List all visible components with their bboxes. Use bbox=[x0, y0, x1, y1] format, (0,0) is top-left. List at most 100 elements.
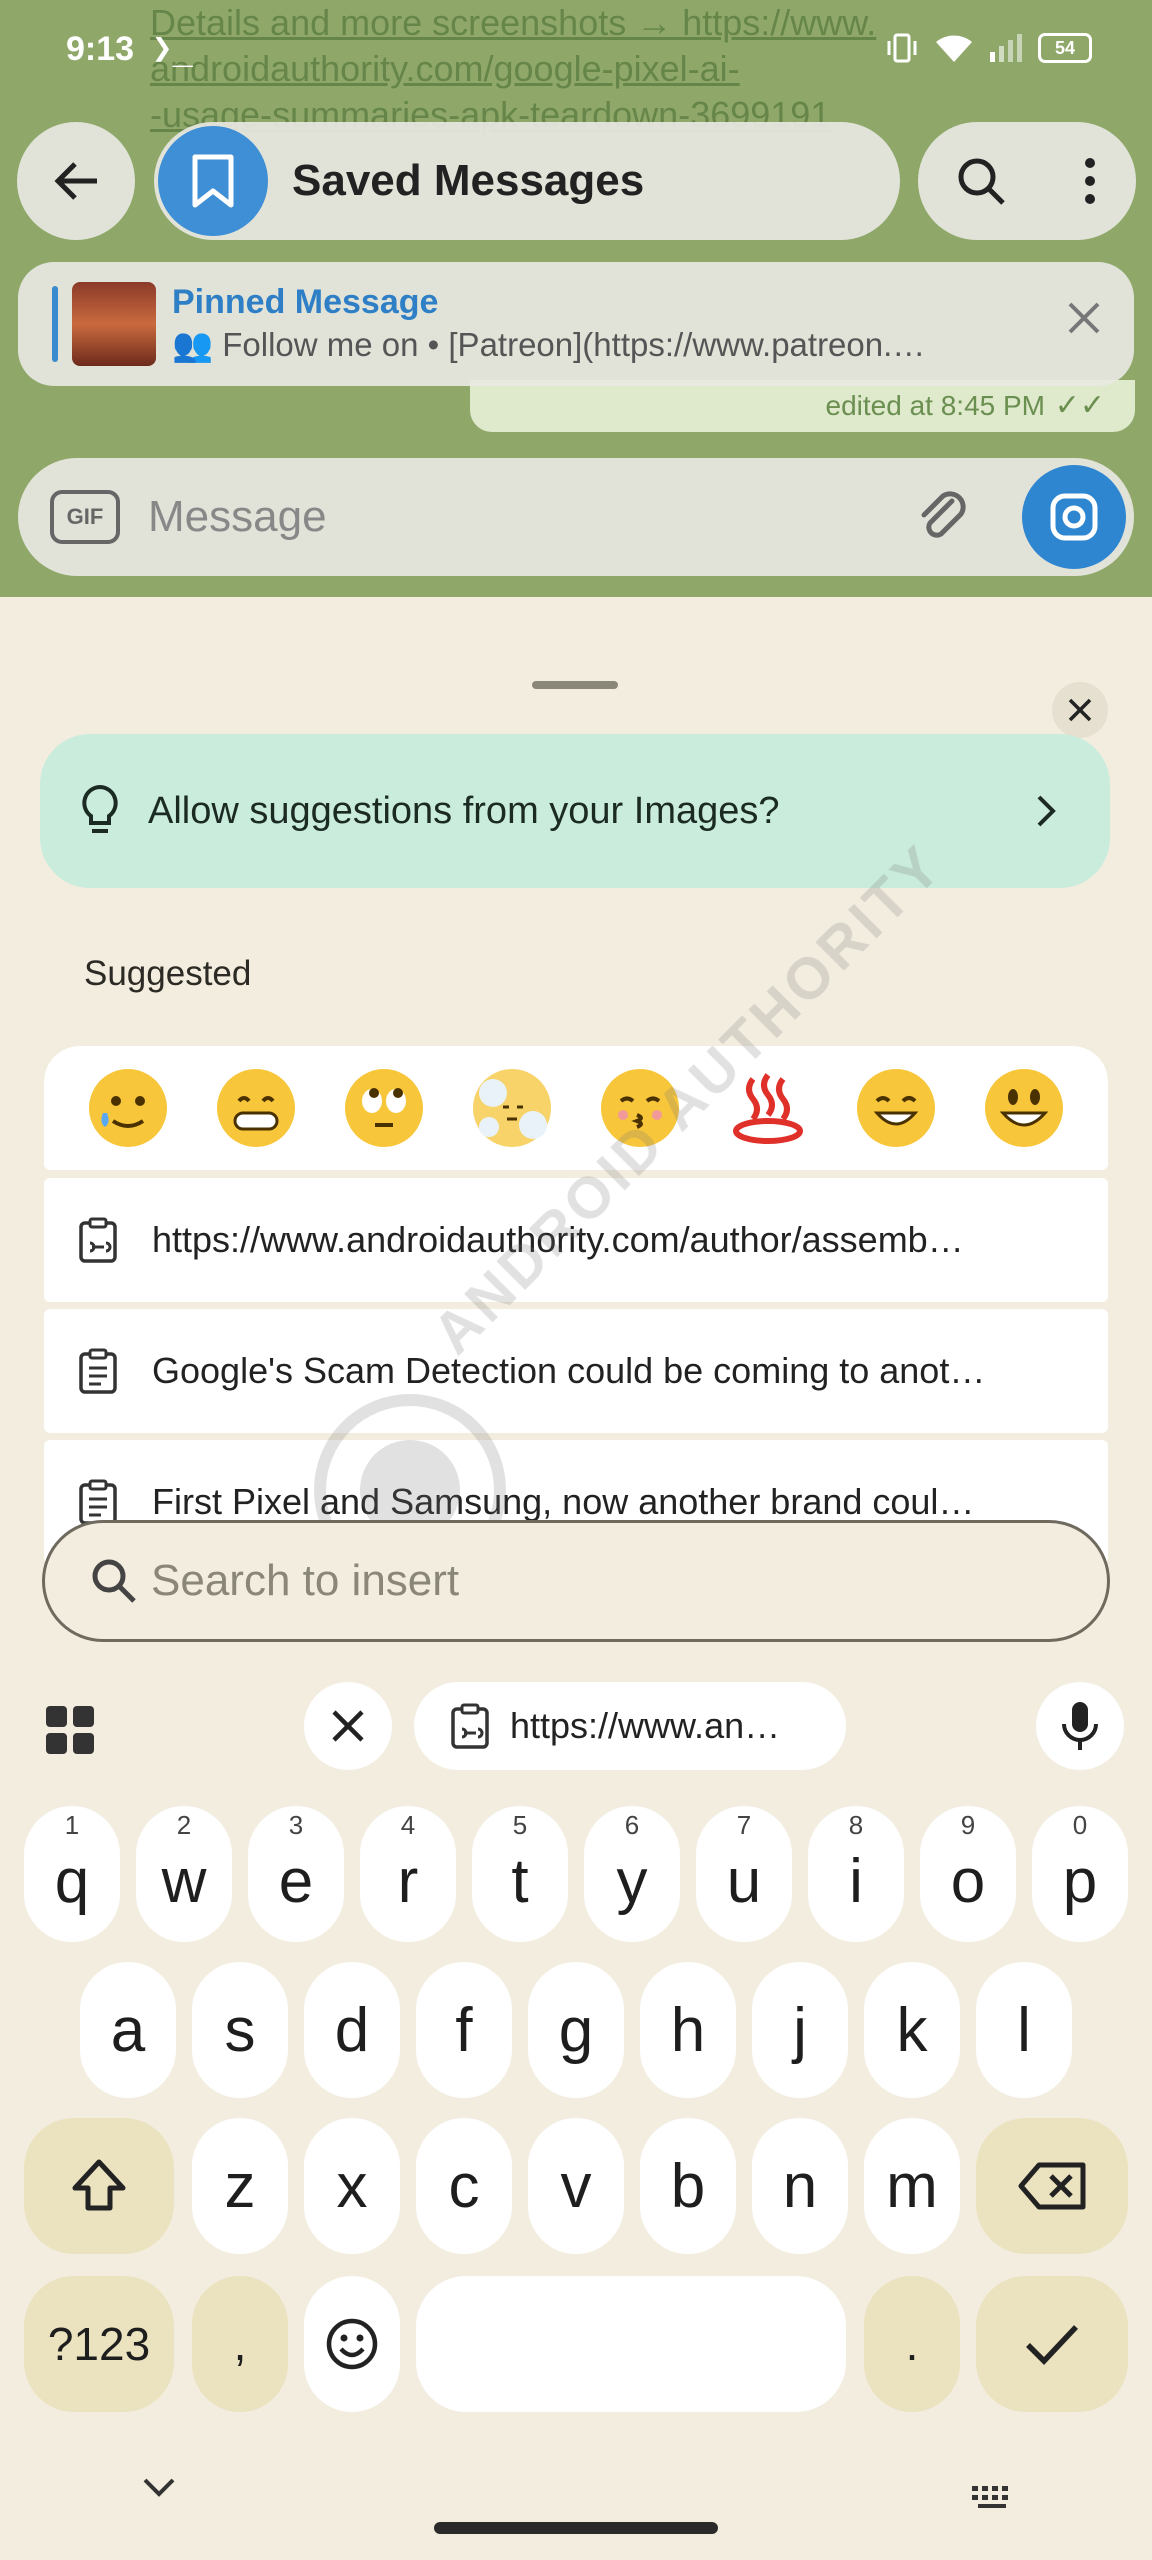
voice-input-button[interactable] bbox=[1036, 1682, 1124, 1770]
symbols-key[interactable]: ?123 bbox=[24, 2276, 174, 2412]
backspace-icon bbox=[1018, 2162, 1086, 2210]
emoji-icon bbox=[326, 2318, 378, 2370]
close-icon[interactable] bbox=[1064, 298, 1104, 338]
pinned-message[interactable]: Pinned Message 👥 Follow me on • [Patreon… bbox=[18, 262, 1134, 386]
pinned-preview: 👥 Follow me on • [Patreon](https://www.p… bbox=[172, 326, 926, 363]
message-composer: GIF Message bbox=[18, 458, 1134, 576]
keyboard-switch-icon[interactable] bbox=[970, 2484, 1016, 2510]
emoji-grin[interactable] bbox=[217, 1069, 295, 1147]
shift-icon bbox=[72, 2159, 126, 2211]
clipboard-link-icon bbox=[451, 1703, 489, 1749]
emoji-grinning-big-eyes[interactable] bbox=[985, 1069, 1063, 1147]
key-v[interactable]: v bbox=[528, 2118, 624, 2254]
clipboard-text-icon bbox=[79, 1348, 117, 1394]
key-l[interactable]: l bbox=[976, 1962, 1072, 2098]
arrow-back-icon bbox=[54, 162, 97, 200]
camera-button[interactable] bbox=[1022, 465, 1126, 569]
key-o[interactable]: 9o bbox=[920, 1806, 1016, 1942]
key-f[interactable]: f bbox=[416, 1962, 512, 2098]
avatar bbox=[158, 126, 268, 236]
message-input[interactable]: Message bbox=[148, 492, 912, 542]
battery-icon: 54 bbox=[1038, 33, 1092, 63]
search-input[interactable]: Search to insert bbox=[42, 1520, 1110, 1642]
key-b[interactable]: b bbox=[640, 2118, 736, 2254]
close-icon bbox=[332, 1710, 364, 1742]
chevron-right-icon bbox=[1037, 795, 1056, 827]
key-p[interactable]: 0p bbox=[1032, 1806, 1128, 1942]
enter-key[interactable] bbox=[976, 2276, 1128, 2412]
key-a[interactable]: a bbox=[80, 1962, 176, 2098]
key-n[interactable]: n bbox=[752, 2118, 848, 2254]
key-c[interactable]: c bbox=[416, 2118, 512, 2254]
key-s[interactable]: s bbox=[192, 1962, 288, 2098]
key-k[interactable]: k bbox=[864, 1962, 960, 2098]
terminal-icon: ❯_ bbox=[152, 28, 193, 68]
key-i[interactable]: 8i bbox=[808, 1806, 904, 1942]
key-w[interactable]: 2w bbox=[136, 1806, 232, 1942]
key-q[interactable]: 1q bbox=[24, 1806, 120, 1942]
close-icon bbox=[1068, 698, 1092, 722]
allow-suggestions-banner[interactable]: Allow suggestions from your Images? bbox=[40, 734, 1110, 888]
emoji-hot-springs[interactable] bbox=[729, 1069, 807, 1147]
clipboard-item[interactable]: Google's Scam Detection could be coming … bbox=[44, 1309, 1108, 1433]
key-d[interactable]: d bbox=[304, 1962, 400, 2098]
clipboard-link-icon bbox=[79, 1217, 117, 1263]
key-h[interactable]: h bbox=[640, 1962, 736, 2098]
key-x[interactable]: x bbox=[304, 2118, 400, 2254]
attach-icon[interactable] bbox=[912, 487, 972, 547]
comma-key[interactable]: , bbox=[192, 2276, 288, 2412]
clipboard-item-text: Google's Scam Detection could be coming … bbox=[152, 1350, 986, 1391]
search-placeholder: Search to insert bbox=[151, 1556, 460, 1605]
sheet-close-button[interactable] bbox=[1052, 682, 1108, 738]
emoji-grinning-smiling-eyes[interactable] bbox=[857, 1069, 935, 1147]
key-r[interactable]: 4r bbox=[360, 1806, 456, 1942]
gif-icon[interactable]: GIF bbox=[50, 490, 120, 544]
period-key[interactable]: . bbox=[864, 2276, 960, 2412]
vibrate-icon bbox=[887, 33, 917, 63]
emoji-eye-roll[interactable] bbox=[345, 1069, 423, 1147]
key-z[interactable]: z bbox=[192, 2118, 288, 2254]
key-m[interactable]: m bbox=[864, 2118, 960, 2254]
check-icon bbox=[1026, 2325, 1079, 2365]
bookmark-icon bbox=[192, 154, 234, 208]
clipboard-chip-text: https://www.an… bbox=[510, 1705, 781, 1746]
clipboard-chip[interactable]: https://www.an… bbox=[414, 1682, 846, 1770]
home-indicator[interactable] bbox=[434, 2522, 718, 2534]
clipboard-item-text: https://www.androidauthority.com/author/… bbox=[152, 1219, 964, 1260]
dismiss-clip-button[interactable] bbox=[304, 1682, 392, 1770]
allow-banner-text: Allow suggestions from your Images? bbox=[148, 789, 780, 832]
clipboard-item[interactable]: https://www.androidauthority.com/author/… bbox=[44, 1178, 1108, 1302]
search-icon[interactable] bbox=[955, 155, 1007, 207]
key-e[interactable]: 3e bbox=[248, 1806, 344, 1942]
shift-key[interactable] bbox=[24, 2118, 174, 2254]
key-t[interactable]: 5t bbox=[472, 1806, 568, 1942]
key-g[interactable]: g bbox=[528, 1962, 624, 2098]
emoji-face-in-clouds[interactable] bbox=[473, 1069, 551, 1147]
hide-keyboard-chevron-icon[interactable] bbox=[142, 2476, 176, 2498]
key-y[interactable]: 6y bbox=[584, 1806, 680, 1942]
more-vert-icon[interactable] bbox=[1080, 155, 1100, 207]
clipboard-item-text: First Pixel and Samsung, now another bra… bbox=[152, 1481, 975, 1522]
page-title: Saved Messages bbox=[292, 156, 645, 205]
wifi-icon bbox=[936, 35, 972, 62]
signal-icon bbox=[990, 34, 1022, 62]
backspace-key[interactable] bbox=[976, 2118, 1128, 2254]
status-time: 9:13 bbox=[66, 30, 135, 68]
emoji-smiling-tear[interactable] bbox=[89, 1069, 167, 1147]
back-button[interactable] bbox=[17, 122, 135, 240]
emoji-kissing-closed-eyes[interactable] bbox=[601, 1069, 679, 1147]
pinned-title: Pinned Message bbox=[172, 283, 439, 321]
double-check-icon: ✓✓ bbox=[1054, 389, 1105, 422]
sheet-drag-handle[interactable] bbox=[532, 681, 618, 689]
space-key[interactable] bbox=[416, 2276, 846, 2412]
key-j[interactable]: j bbox=[752, 1962, 848, 2098]
chat-header[interactable]: Saved Messages bbox=[154, 122, 900, 240]
emoji-suggestions bbox=[44, 1046, 1108, 1170]
camera-icon bbox=[1050, 493, 1098, 541]
key-u[interactable]: 7u bbox=[696, 1806, 792, 1942]
suggested-heading: Suggested bbox=[84, 954, 252, 993]
emoji-key[interactable] bbox=[304, 2276, 400, 2412]
microphone-icon bbox=[1062, 1702, 1098, 1750]
search-icon bbox=[92, 1559, 136, 1603]
apps-grid-icon[interactable] bbox=[44, 1704, 96, 1756]
